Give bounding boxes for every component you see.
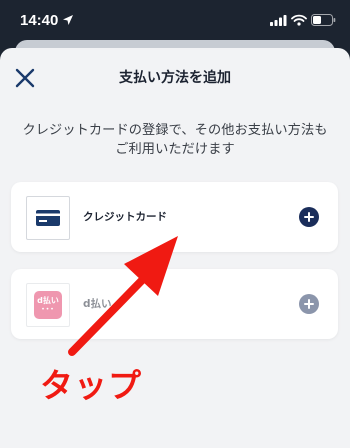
tap-label: タップ — [40, 366, 142, 405]
